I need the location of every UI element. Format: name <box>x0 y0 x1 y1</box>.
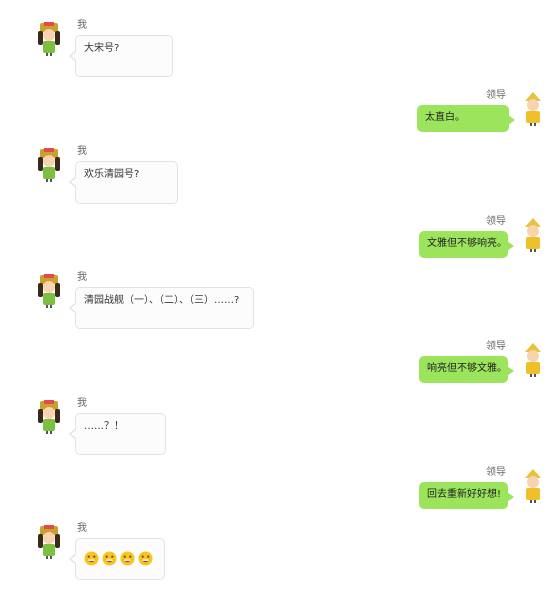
grinning-face-icon <box>84 551 99 566</box>
message-text: 欢乐清园号? <box>84 169 140 180</box>
message-text: 文雅但不够响亮。 <box>427 238 507 249</box>
girl-avatar-icon[interactable] <box>38 525 60 559</box>
leader-avatar-icon[interactable] <box>522 469 544 503</box>
message-bubble[interactable]: 响亮但不够文雅。 <box>419 356 514 383</box>
girl-avatar-icon[interactable] <box>38 400 60 434</box>
message-bubble[interactable]: 文雅但不够响亮。 <box>419 231 514 258</box>
message-bubble[interactable]: 欢乐清园号? <box>69 161 178 204</box>
message-bubble[interactable]: 大宋号? <box>69 35 173 77</box>
leader-avatar-icon[interactable] <box>522 218 544 252</box>
message-text: 清园战舰（一）、（二）、（三）……? <box>84 295 240 306</box>
sender-name: 我 <box>77 398 87 409</box>
grinning-face-icon <box>120 551 135 566</box>
message-bubble[interactable]: ……？！ <box>69 413 166 455</box>
sender-name: 领导 <box>486 216 506 227</box>
girl-avatar-icon[interactable] <box>38 148 60 182</box>
message-text: 大宋号? <box>84 43 120 54</box>
message-bubble[interactable] <box>69 538 165 580</box>
grinning-face-icon <box>102 551 117 566</box>
leader-avatar-icon[interactable] <box>522 343 544 377</box>
sender-name: 领导 <box>486 341 506 352</box>
sender-name: 领导 <box>486 90 506 101</box>
message-text: ……？！ <box>84 421 124 432</box>
grinning-face-icon <box>138 551 153 566</box>
message-text: 太直白。 <box>425 112 465 123</box>
leader-avatar-icon[interactable] <box>522 92 544 126</box>
sender-name: 我 <box>77 272 87 283</box>
message-text: 响亮但不够文雅。 <box>427 363 507 374</box>
girl-avatar-icon[interactable] <box>38 22 60 56</box>
sender-name: 我 <box>77 146 87 157</box>
sender-name: 我 <box>77 523 87 534</box>
message-bubble[interactable]: 清园战舰（一）、（二）、（三）……? <box>69 287 254 329</box>
message-text: 回去重新好好想! <box>427 489 502 500</box>
message-bubble[interactable]: 太直白。 <box>417 105 515 132</box>
girl-avatar-icon[interactable] <box>38 274 60 308</box>
message-bubble[interactable]: 回去重新好好想! <box>419 482 514 509</box>
sender-name: 领导 <box>486 467 506 478</box>
sender-name: 我 <box>77 20 87 31</box>
